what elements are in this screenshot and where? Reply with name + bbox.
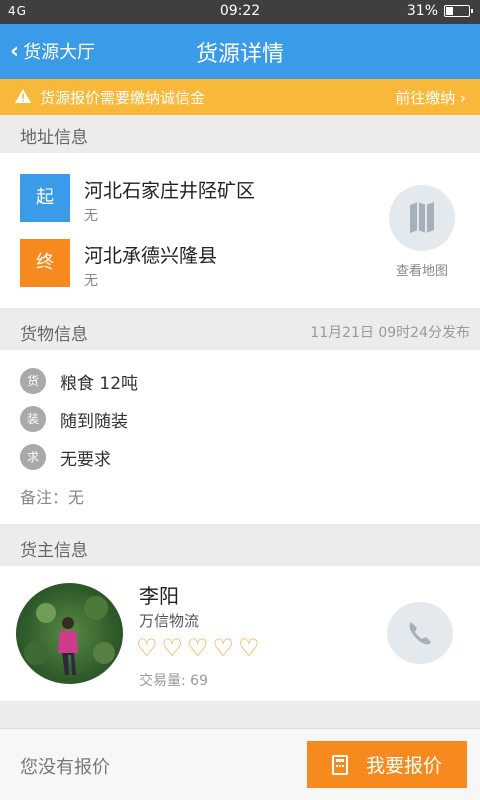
battery-percent: 31% [406, 3, 438, 19]
origin-tag: 起 [20, 174, 70, 222]
no-quote-text: 您没有报价 [20, 757, 110, 778]
view-map-button[interactable] [389, 185, 455, 251]
heart-icon: ♡ [187, 634, 209, 662]
goods-remark: 备注：无 [20, 488, 85, 507]
owner-section-header: 货主信息 [0, 528, 480, 566]
chevron-right-icon: › [460, 89, 466, 107]
goods-section-header: 货物信息 11月21日 09时24分发布 [0, 312, 480, 350]
call-button[interactable] [387, 602, 453, 664]
publish-time: 11月21日 09时24分发布 [310, 325, 470, 341]
pay-deposit-link[interactable]: 前往缴纳 › [395, 87, 466, 108]
chevron-left-icon: ‹ [10, 38, 20, 64]
goods-row-requirement: 求 无要求 [20, 444, 111, 470]
requirement-text: 无要求 [60, 449, 111, 470]
goods-row-cargo: 货 粮食 12吨 [20, 368, 138, 394]
destination-detail: 无 [84, 273, 98, 289]
calculator-icon [331, 754, 348, 775]
owner-company: 万信物流 [139, 612, 200, 630]
pay-deposit-label: 前往缴纳 [395, 89, 456, 107]
avatar[interactable] [16, 583, 123, 684]
battery-status: 31% [406, 3, 473, 19]
destination-place: 河北承德兴隆县 [84, 245, 218, 267]
bottom-action-bar: 您没有报价 我要报价 [0, 728, 480, 800]
map-icon [410, 202, 434, 233]
status-bar: 4G 09:22 31% [0, 0, 480, 24]
loading-badge: 装 [20, 406, 46, 432]
destination-tag: 终 [20, 239, 70, 287]
owner-header-label: 货主信息 [20, 541, 88, 561]
address-section-header: 地址信息 [0, 115, 480, 153]
heart-icon: ♡ [136, 634, 158, 662]
owner-name: 李阳 [139, 584, 179, 608]
submit-quote-label: 我要报价 [365, 755, 442, 777]
heart-icon: ♡ [238, 634, 260, 662]
goods-card: 货 粮食 12吨 装 随到随装 求 无要求 备注：无 [0, 350, 480, 524]
avatar-photo [24, 596, 115, 675]
phone-icon [409, 622, 431, 645]
heart-icon: ♡ [212, 634, 235, 662]
notice-message: 货源报价需要缴纳诚信金 [40, 89, 206, 107]
heart-icon: ♡ [161, 634, 184, 662]
owner-rating: ♡ ♡ ♡ ♡ ♡ [136, 634, 264, 662]
requirement-badge: 求 [20, 444, 46, 470]
deposit-notice[interactable]: 货源报价需要缴纳诚信金 前往缴纳 › [0, 79, 480, 115]
cargo-badge: 货 [20, 368, 46, 394]
submit-quote-button[interactable]: 我要报价 [307, 741, 467, 788]
address-card: 起 河北石家庄井陉矿区 无 终 河北承德兴隆县 无 查看地图 [0, 153, 480, 308]
view-map-label[interactable]: 查看地图 [382, 260, 462, 279]
back-label: 货源大厅 [23, 42, 96, 63]
cargo-text: 粮食 12吨 [60, 373, 139, 394]
address-header-label: 地址信息 [20, 128, 88, 148]
owner-card: 李阳 万信物流 ♡ ♡ ♡ ♡ ♡ 交易量: 69 [0, 566, 480, 701]
back-button[interactable]: ‹ 货源大厅 [10, 38, 95, 64]
battery-icon [444, 5, 473, 17]
origin-place: 河北石家庄井陉矿区 [84, 180, 256, 202]
goods-header-label: 货物信息 [20, 325, 88, 345]
nav-bar: ‹ 货源大厅 货源详情 [0, 24, 480, 79]
goods-row-loading: 装 随到随装 [20, 406, 128, 432]
warning-icon [14, 88, 32, 108]
origin-detail: 无 [84, 208, 98, 224]
loading-text: 随到随装 [60, 411, 128, 432]
deal-count: 交易量: 69 [139, 673, 208, 689]
